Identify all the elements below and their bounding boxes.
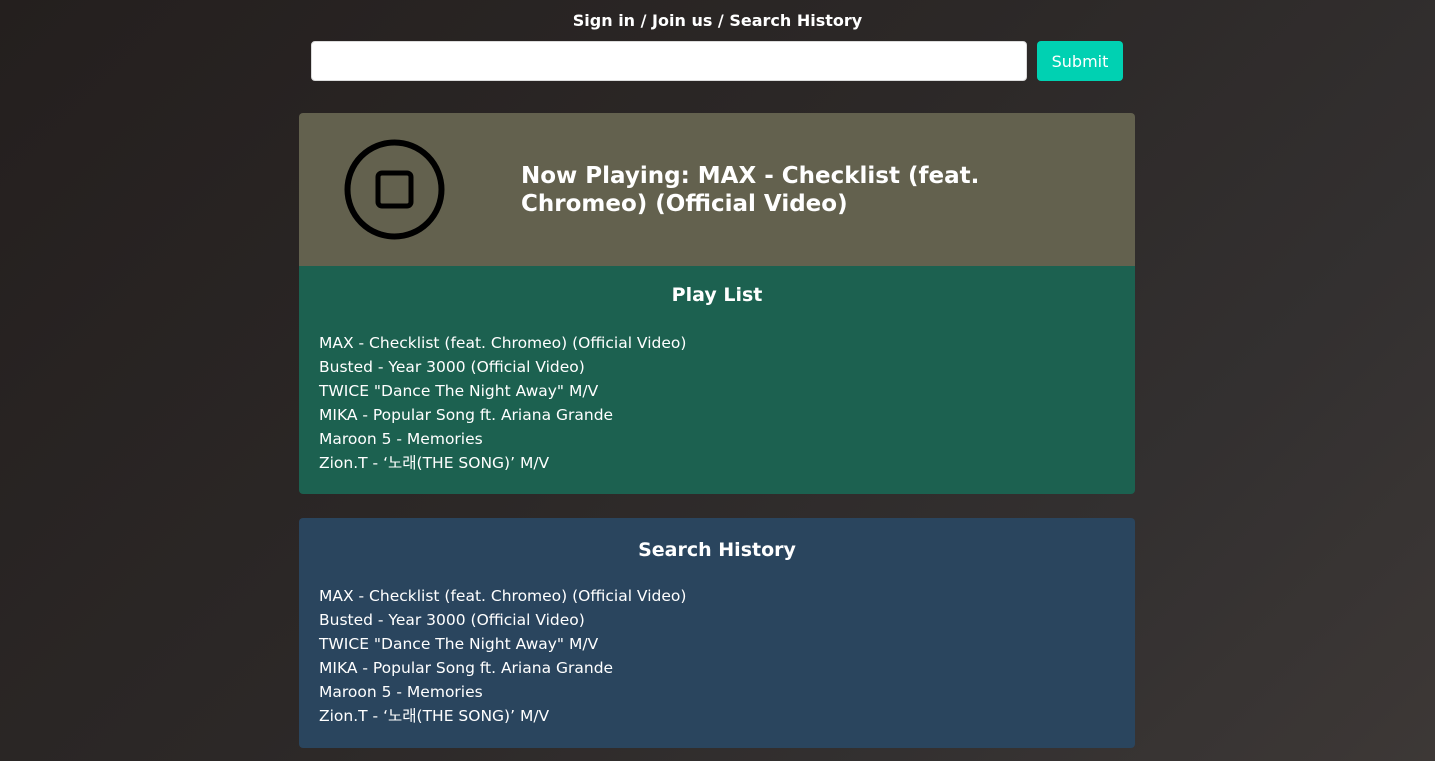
playlist-list: MAX - Checklist (feat. Chromeo) (Officia…	[319, 331, 686, 475]
history-item[interactable]: MIKA - Popular Song ft. Ariana Grande	[319, 656, 686, 680]
top-nav: Sign in / Join us / Search History	[0, 11, 1435, 30]
playlist-item[interactable]: Busted - Year 3000 (Official Video)	[319, 355, 686, 379]
now-playing-title: Now Playing: MAX - Checklist (feat. Chro…	[521, 163, 980, 217]
search-history-link[interactable]: Search History	[729, 11, 862, 30]
nav-separator: /	[712, 11, 730, 30]
search-history-list: MAX - Checklist (feat. Chromeo) (Officia…	[319, 584, 686, 728]
submit-button[interactable]: Submit	[1037, 41, 1123, 81]
search-history-panel: Search History MAX - Checklist (feat. Ch…	[299, 518, 1135, 748]
now-playing-panel: Now Playing: MAX - Checklist (feat. Chro…	[299, 113, 1135, 266]
nav-separator: /	[635, 11, 653, 30]
playlist-item[interactable]: Zion.T - ‘노래(THE SONG)’ M/V	[319, 451, 686, 475]
history-item[interactable]: MAX - Checklist (feat. Chromeo) (Officia…	[319, 584, 686, 608]
playlist-title: Play List	[671, 284, 763, 306]
history-item[interactable]: Maroon 5 - Memories	[319, 680, 686, 704]
search-history-title: Search History	[638, 539, 796, 561]
sign-in-link[interactable]: Sign in	[573, 11, 635, 30]
playlist-panel: Play List MAX - Checklist (feat. Chromeo…	[299, 266, 1135, 494]
playlist-item[interactable]: MAX - Checklist (feat. Chromeo) (Officia…	[319, 331, 686, 355]
history-item[interactable]: Busted - Year 3000 (Official Video)	[319, 608, 686, 632]
history-item[interactable]: Zion.T - ‘노래(THE SONG)’ M/V	[319, 704, 686, 728]
playlist-item[interactable]: Maroon 5 - Memories	[319, 427, 686, 451]
stop-circle-icon[interactable]	[344, 139, 445, 240]
history-item[interactable]: TWICE "Dance The Night Away" M/V	[319, 632, 686, 656]
search-input[interactable]	[311, 41, 1027, 81]
playlist-item[interactable]: MIKA - Popular Song ft. Ariana Grande	[319, 403, 686, 427]
join-us-link[interactable]: Join us	[652, 11, 712, 30]
playlist-item[interactable]: TWICE "Dance The Night Away" M/V	[319, 379, 686, 403]
search-bar: Submit	[311, 41, 1123, 81]
